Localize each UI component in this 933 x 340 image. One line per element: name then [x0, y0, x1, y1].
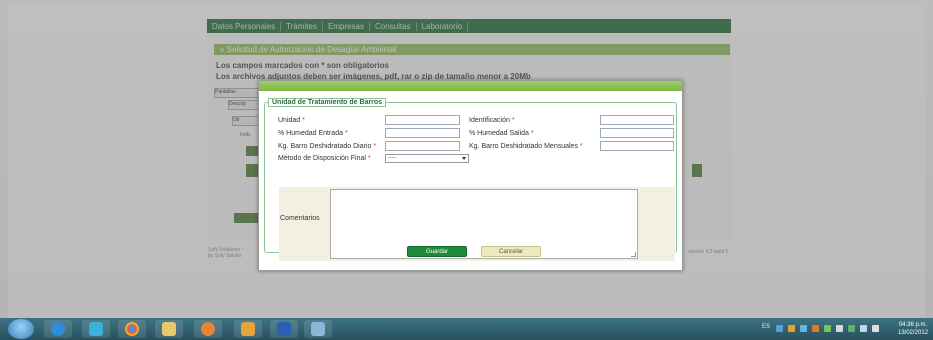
tray-icon[interactable] — [824, 325, 831, 332]
clock-date: 13/02/2012 — [898, 330, 929, 336]
word-icon[interactable] — [270, 320, 298, 338]
label-text: Kg. Barro Deshidratado Diario — [278, 143, 372, 150]
label-text: % Humedad Entrada — [278, 130, 343, 137]
tray-icon[interactable] — [848, 325, 855, 332]
humedad-salida-label: % Humedad Salida * — [469, 130, 534, 137]
chrome-icon[interactable] — [118, 320, 146, 338]
modal-dialog: Unidad de Tratamiento de Barros Unidad *… — [258, 80, 683, 271]
label-text: Kg. Barro Deshidratado Mensuales — [469, 143, 578, 150]
clock-time: 04:36 p.m. — [898, 322, 928, 328]
internet-explorer-icon[interactable] — [44, 320, 72, 338]
metodo-select[interactable]: ----- — [385, 154, 469, 163]
tray-icon[interactable] — [812, 325, 819, 332]
network-icon[interactable] — [860, 325, 867, 332]
resize-grip-icon[interactable] — [631, 252, 636, 257]
tray-icon[interactable] — [836, 325, 843, 332]
start-orb-icon[interactable] — [8, 319, 34, 339]
volume-icon[interactable] — [872, 325, 879, 332]
required-marker: * — [373, 143, 377, 150]
kg-mensuales-label: Kg. Barro Deshidratado Mensuales * — [469, 143, 583, 150]
label-text: % Humedad Salida — [469, 130, 529, 137]
tray-icon[interactable] — [800, 325, 807, 332]
metodo-label: Método de Disposición Final * — [278, 155, 371, 162]
kg-diario-input[interactable] — [385, 141, 460, 151]
chevron-down-icon — [462, 157, 466, 160]
outlook-icon[interactable] — [234, 320, 262, 338]
language-indicator[interactable]: ES — [762, 324, 770, 330]
required-marker: * — [511, 117, 515, 124]
humedad-entrada-input[interactable] — [385, 128, 460, 138]
taskbar: ES 04:36 p.m. 13/02/2012 — [0, 318, 933, 340]
tray-icon[interactable] — [788, 325, 795, 332]
required-marker: * — [302, 117, 305, 124]
humedad-salida-input[interactable] — [600, 128, 674, 138]
media-center-icon[interactable] — [82, 320, 110, 338]
comentarios-label: Comentarios — [280, 215, 320, 222]
kg-mensuales-input[interactable] — [600, 141, 674, 151]
required-marker: * — [344, 130, 348, 137]
identificacion-input[interactable] — [600, 115, 674, 125]
select-value: ----- — [388, 155, 397, 161]
unidad-fieldset: Unidad de Tratamiento de Barros Unidad *… — [264, 98, 677, 261]
label-text: Identificación — [469, 117, 510, 124]
cancel-button[interactable]: Cancelar — [481, 246, 541, 257]
file-explorer-icon[interactable] — [155, 320, 183, 338]
kg-diario-label: Kg. Barro Deshidratado Diario * — [278, 143, 376, 150]
required-marker: * — [367, 155, 371, 162]
identificacion-label: Identificación * — [469, 117, 515, 124]
folder-icon[interactable] — [304, 320, 332, 338]
label-text: Método de Disposición Final — [278, 155, 366, 162]
unidad-input[interactable] — [385, 115, 460, 125]
unidad-label: Unidad * — [278, 117, 305, 124]
tray-icon[interactable] — [776, 325, 783, 332]
label-text: Unidad — [278, 117, 301, 124]
required-marker: * — [530, 130, 534, 137]
system-clock[interactable]: 04:36 p.m. 13/02/2012 — [898, 321, 928, 337]
modal-header — [259, 81, 682, 91]
media-player-icon[interactable] — [194, 320, 222, 338]
comments-row: Comentarios — [279, 187, 675, 261]
fieldset-legend: Unidad de Tratamiento de Barros — [268, 98, 387, 107]
save-button[interactable]: Guardar — [407, 246, 467, 257]
required-marker: * — [579, 143, 583, 150]
humedad-entrada-label: % Humedad Entrada * — [278, 130, 348, 137]
